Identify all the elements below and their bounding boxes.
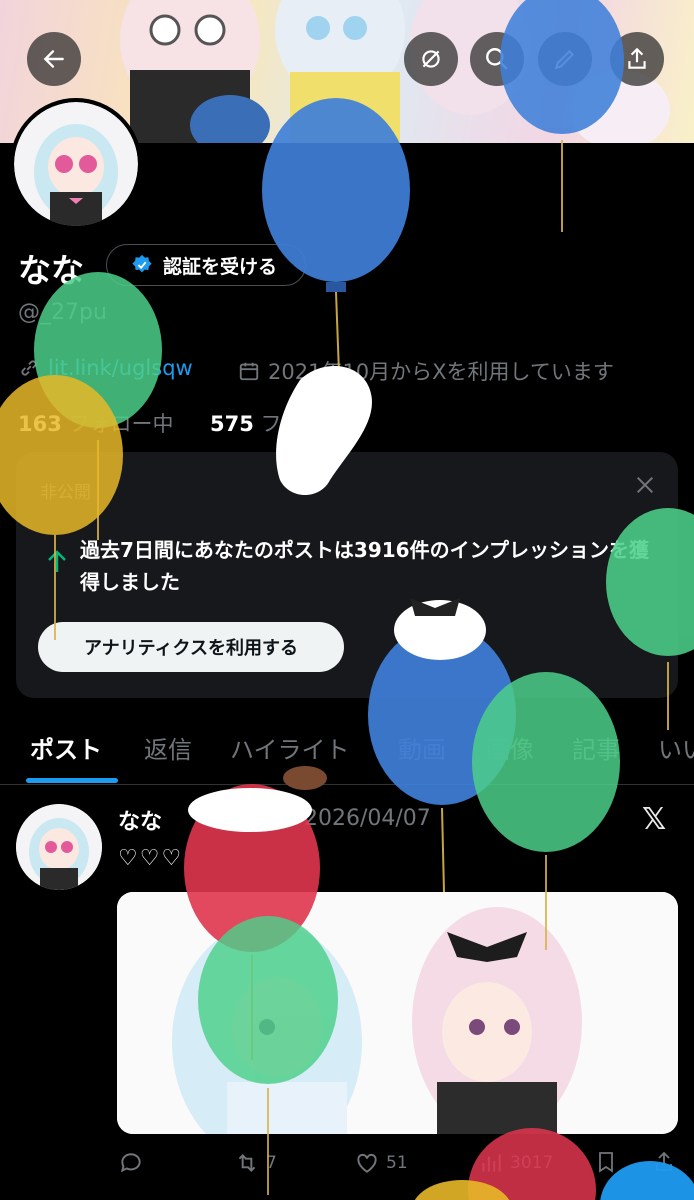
tab-replies[interactable]: 返信: [144, 730, 192, 765]
analytics-message: 過去7日間にあなたのポストは3916件のインプレッションを獲得しました: [80, 538, 649, 594]
post-image-illustration: [117, 892, 678, 1134]
like-count: 51: [386, 1153, 408, 1173]
close-icon: [636, 476, 654, 494]
avatar-illustration: [14, 102, 138, 226]
share-button[interactable]: [610, 32, 664, 86]
tab-posts[interactable]: ポスト: [30, 730, 102, 765]
close-card-button[interactable]: [634, 474, 656, 500]
share-icon: [656, 1151, 672, 1171]
post-text: ♡♡♡: [118, 846, 184, 871]
calendar-icon: [239, 362, 259, 381]
bookmark-button[interactable]: [594, 1150, 618, 1174]
retweet-icon: [238, 1154, 256, 1172]
post-avatar[interactable]: [16, 804, 102, 890]
arrow-left-icon: [43, 50, 64, 68]
following-label: フォロー中: [68, 412, 174, 436]
verify-label: 認証を受ける: [163, 255, 278, 278]
post-date[interactable]: 2026/04/07: [304, 806, 431, 831]
profile-link-text[interactable]: lit.link/uglsqw: [48, 356, 193, 380]
post-actions: 7 51 3017: [0, 1150, 694, 1186]
tab-videos[interactable]: 動画: [398, 730, 446, 765]
tab-articles[interactable]: 記事: [572, 730, 620, 765]
search-icon: [486, 48, 508, 70]
tab-images[interactable]: 画像: [486, 730, 534, 765]
profile-tabs: ポスト 返信 ハイライト 動画 画像 記事 いい: [0, 728, 694, 785]
post-share-button[interactable]: [652, 1150, 676, 1174]
link-icon: [21, 360, 37, 376]
views-icon: [482, 1154, 501, 1172]
active-tab-indicator: [26, 778, 118, 783]
followers-count: 575: [210, 412, 254, 436]
back-button[interactable]: [27, 32, 81, 86]
joined-date: 2021年10月からXを利用しています: [238, 356, 614, 386]
tab-likes[interactable]: いい: [658, 730, 694, 765]
profile-link[interactable]: lit.link/uglsqw: [18, 356, 193, 380]
edit-button[interactable]: [538, 32, 592, 86]
following-count: 163: [18, 412, 62, 436]
followers-label: フォロワー: [260, 412, 366, 436]
profile-handle: @_27pu: [18, 300, 107, 325]
trend-up-icon: [46, 548, 68, 578]
post-avatar-illustration: [16, 804, 102, 890]
verified-badge-icon: [132, 254, 152, 273]
reply-icon: [120, 1153, 141, 1173]
following-stat[interactable]: 163 フォロー中: [18, 408, 174, 438]
get-verified-button[interactable]: 認証を受ける: [106, 244, 306, 286]
bookmark-icon: [599, 1152, 613, 1173]
views-count: 3017: [510, 1153, 554, 1173]
post-author[interactable]: なな: [118, 804, 162, 836]
analytics-card: 非公開 過去7日間にあなたのポストは3916件のインプレッションを獲得しました …: [16, 452, 678, 698]
profile-avatar[interactable]: [10, 98, 142, 230]
post-image[interactable]: [117, 892, 678, 1134]
profile-name: なな: [18, 251, 84, 290]
search-button[interactable]: [470, 32, 524, 86]
retweet-count: 7: [266, 1153, 277, 1173]
views-button[interactable]: 3017: [478, 1150, 553, 1176]
private-tag: 非公開: [40, 483, 91, 503]
share-icon: [628, 47, 646, 69]
grok-icon: [422, 50, 440, 68]
analytics-cta-button[interactable]: アナリティクスを利用する: [38, 622, 344, 672]
reply-button[interactable]: [118, 1150, 144, 1176]
x-logo-icon: 𝕏: [642, 802, 667, 837]
tab-highlights[interactable]: ハイライト: [230, 730, 350, 765]
pencil-icon: [554, 49, 575, 70]
like-button[interactable]: 51: [354, 1150, 408, 1176]
followers-stat[interactable]: 575 フォロワー: [210, 408, 366, 438]
retweet-button[interactable]: 7: [234, 1150, 277, 1176]
joined-text: 2021年10月からXを利用しています: [268, 360, 614, 384]
heart-icon: [357, 1153, 377, 1173]
grok-button[interactable]: [404, 32, 458, 86]
